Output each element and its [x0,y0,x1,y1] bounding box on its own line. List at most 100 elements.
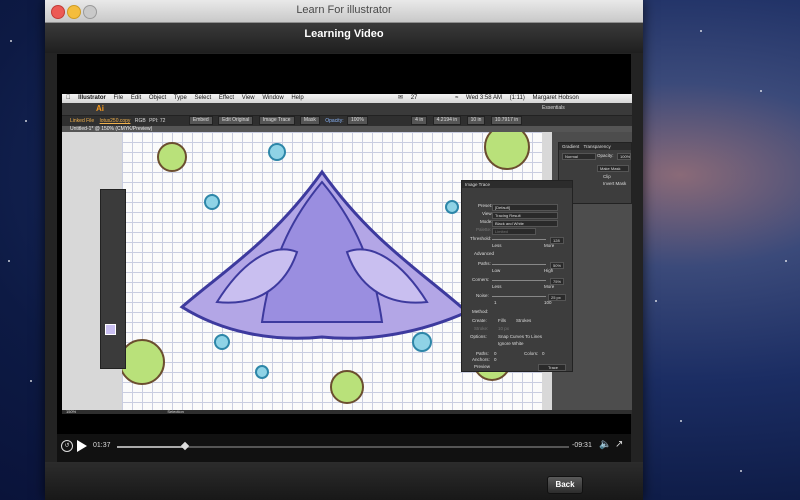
paths-high: High [544,268,554,273]
menu-item-edit: Edit [124,95,141,101]
linked-file-label: Linked File [70,118,95,124]
image-trace-panel: Image Trace Preset: [Default] View: Trac… [461,180,573,372]
view-select: Tracing Result [492,212,558,219]
mail-icon: ✉ [398,95,404,101]
menu-item-effect: Effect [212,95,234,101]
window-titlebar: Learn For illustrator [45,0,643,23]
transparency-opacity-label: Opacity: [597,153,614,158]
nav-title: Learning Video [304,28,384,40]
palette-label: Palette: [476,227,492,232]
fill-swatch [105,324,116,335]
blend-mode-select: Normal [562,153,596,160]
palette-select: Limited [492,228,536,235]
battery-time: (1:11) [509,95,525,101]
snap-curves-checkbox: Snap Curves To Lines [498,334,542,339]
menu-item-select: Select [188,95,211,101]
paths-slider [492,264,546,265]
tab-transparency: Transparency [583,144,611,149]
elapsed-time: 01:37 [93,442,111,449]
opacity-field: 100% [346,116,368,126]
mac-menu-bar:  Illustrator File Edit Object Type Sele… [62,94,632,103]
battery-count: 27 [410,95,418,101]
corners-less: Less [492,284,502,289]
corners-more: More [544,284,555,289]
embed-button: Embed [188,116,213,126]
mode-label: Mode: [480,219,493,224]
tools-panel [100,189,126,369]
height-field: 10.7917 in [490,116,523,126]
fills-checkbox: Fills [498,318,506,323]
threshold-more: More [544,243,555,248]
app-window: Learn For illustrator Learning Video  I… [45,0,643,500]
status-tool: Selection [167,409,184,414]
video-frame:  Illustrator File Edit Object Type Sele… [62,94,632,414]
threshold-less: Less [492,243,502,248]
menu-item-view: View [235,95,255,101]
menu-item-window: Window [256,95,283,101]
tab-gradient: Gradient [562,144,580,149]
play-button[interactable] [77,440,87,452]
mode-select: Black and White [492,220,558,227]
status-bar: 150% Selection [62,410,632,414]
advanced-disclosure: Advanced [474,251,495,256]
linked-file-name: lotus250.copy [99,118,131,124]
menu-item-file: File [107,95,124,101]
threshold-label: Threshold: [470,236,492,241]
noise-min: 1 [494,300,497,305]
options-label: Options: [470,334,487,339]
seek-thumb[interactable] [180,441,190,451]
y-field: 10 in [466,116,486,126]
anchors-count: 0 [494,357,497,362]
nav-bar: Learning Video [45,23,643,53]
preview-checkbox: Preview [474,364,491,369]
corners-label: Corners: [472,277,490,282]
invert-mask-checkbox: Invert Mask [603,181,627,186]
workspace-switcher: Essentials [542,105,565,111]
fullscreen-icon[interactable]: ↗ [615,439,623,450]
seek-progress [117,446,185,448]
noise-max: 100 [544,300,552,305]
ignore-white-checkbox: Ignore White [498,341,524,346]
width-field: 4.2194 in [432,116,462,126]
image-trace-button: Image Trace [258,116,295,126]
rewind-icon[interactable]: ↺ [61,440,73,452]
illustrator-appbar: Ai Essentials [62,103,632,116]
wifi-icon: ≈ [455,95,459,101]
transparency-opacity-field: 100% [617,153,631,160]
zoom-level: 150% [66,409,77,414]
make-mask-button: Make Mask [597,165,629,172]
image-trace-title: Image Trace [462,181,572,188]
preset-select: [Default] [492,204,558,211]
edit-original-button: Edit Original [218,116,254,126]
threshold-slider [492,239,546,240]
menu-clock: Wed 3:58 AM [466,95,502,101]
bottom-toolbar: Back [45,462,643,500]
menu-item-help: Help [285,95,303,101]
volume-icon[interactable]: 🔈 [599,439,611,450]
trace-button: Trace [538,364,566,371]
illustrator-logo: Ai [96,104,104,113]
corners-slider [492,280,546,281]
method-label: Method: [472,309,489,314]
opacity-label: Opacity: [325,118,344,124]
create-label: Create: [472,318,487,323]
back-button[interactable]: Back [547,476,583,494]
menu-item-illustrator: Illustrator [72,95,106,101]
anchors-count-label: Anchors: [472,357,490,362]
ppi-value: PPI: 72 [149,118,166,124]
color-mode: RGB [134,118,146,124]
paths-label: Paths: [478,261,491,266]
control-bar: Linked File lotus250.copy RGB PPI: 72 Em… [62,116,632,126]
stroke-field: 10 px [498,326,510,331]
preset-label: Preset: [478,203,493,208]
noise-label: Noise: [476,293,489,298]
user-name: Margaret Hobson [532,95,579,101]
x-field: 4 in [411,116,428,126]
clip-checkbox: Clip [603,174,611,179]
apple-icon:  [66,95,71,101]
mask-button: Mask [299,116,320,126]
noise-slider [492,296,546,297]
menu-item-object: Object [142,95,166,101]
menu-item-type: Type [167,95,187,101]
strokes-checkbox: Strokes [516,318,532,323]
